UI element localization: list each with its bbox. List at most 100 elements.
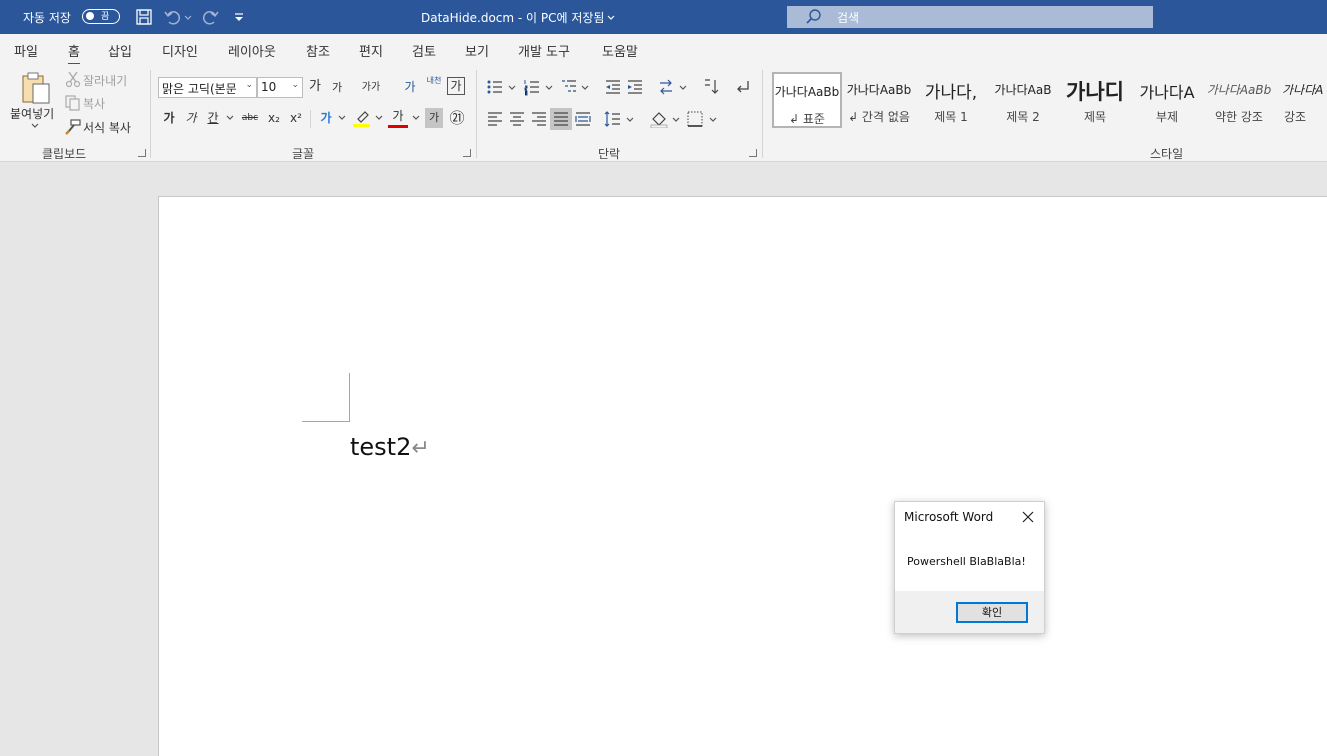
redo-icon[interactable] [200, 7, 220, 27]
format-painter-icon[interactable] [64, 118, 82, 136]
cut-label[interactable]: 잘라내기 [83, 72, 127, 89]
tab-view[interactable]: 보기 [465, 41, 489, 60]
format-painter-label[interactable]: 서식 복사 [83, 119, 131, 136]
tab-home[interactable]: 홈 [68, 41, 80, 66]
tab-review[interactable]: 검토 [412, 41, 436, 60]
ok-button[interactable]: 확인 [956, 602, 1028, 623]
chevron-down-icon[interactable] [543, 83, 555, 93]
title-dropdown-icon[interactable] [606, 7, 616, 27]
phonetic-guide-button[interactable]: 내천 [424, 76, 444, 96]
tab-references[interactable]: 참조 [306, 41, 330, 60]
highlight-icon[interactable] [352, 108, 372, 128]
change-case-button[interactable]: 가가 [358, 78, 384, 98]
tab-layout[interactable]: 레이아웃 [228, 41, 276, 60]
chevron-down-icon[interactable] [410, 113, 422, 123]
font-size-combo[interactable]: 10 ⌄ [257, 77, 303, 98]
autosave-toggle[interactable]: 끔 [82, 9, 120, 24]
style-name: 제목 2 [1006, 110, 1040, 124]
paste-label[interactable]: 붙여넣기 [10, 105, 54, 122]
document-paragraph[interactable]: test2↵ [350, 433, 430, 461]
tab-file[interactable]: 파일 [14, 41, 38, 60]
align-left-icon[interactable] [486, 110, 504, 128]
clear-formatting-button[interactable]: 가 [400, 77, 420, 97]
font-name-combo[interactable]: 맑은 고딕(본문 ⌄ [158, 77, 257, 98]
style-heading-2[interactable]: 가나다AaB 제목 2 [988, 72, 1058, 128]
undo-icon[interactable] [163, 7, 183, 27]
style-title[interactable]: 가나디 제목 [1060, 72, 1130, 128]
font-color-button[interactable]: 가 [388, 106, 408, 128]
style-name: 부제 [1155, 110, 1179, 124]
margin-corner-mark [302, 421, 350, 422]
tab-insert[interactable]: 삽입 [108, 41, 132, 60]
character-border-button[interactable]: 가 [447, 77, 465, 95]
show-formatting-icon[interactable] [734, 78, 752, 96]
document-canvas[interactable]: test2↵ [0, 162, 1327, 756]
superscript-button[interactable]: x² [286, 108, 306, 128]
decrease-indent-icon[interactable] [604, 78, 622, 96]
bold-button[interactable]: 가 [159, 108, 179, 128]
grow-font-button[interactable]: 가 [305, 77, 325, 97]
align-center-icon[interactable] [508, 110, 526, 128]
copy-label[interactable]: 복사 [83, 95, 105, 112]
copy-icon[interactable] [64, 94, 82, 112]
character-shading-button[interactable]: 가 [425, 108, 443, 128]
style-subtle-emphasis[interactable]: 가나다AaBb 약한 강조 [1204, 72, 1274, 128]
toggle-knob [86, 12, 94, 20]
chevron-down-icon[interactable] [677, 83, 689, 93]
style-preview: 가나다AaBb [1206, 83, 1272, 97]
bullets-icon[interactable] [486, 78, 504, 96]
search-box[interactable]: 검색 [787, 6, 1153, 28]
cut-icon[interactable] [64, 70, 82, 88]
align-right-icon[interactable] [530, 110, 548, 128]
underline-button[interactable]: 간 [203, 108, 223, 128]
clipboard-launcher-icon[interactable] [138, 149, 146, 157]
close-icon[interactable] [1020, 509, 1036, 525]
chevron-down-icon[interactable] [624, 115, 636, 125]
paragraph-mark: ↵ [411, 436, 430, 461]
justify-icon[interactable] [552, 110, 570, 128]
distributed-icon[interactable] [574, 110, 592, 128]
chevron-down-icon[interactable] [224, 113, 236, 123]
style-no-spacing[interactable]: 가나다AaBb ↲ 간격 없음 [844, 72, 914, 128]
enclose-characters-button[interactable]: ㉑ [447, 108, 467, 128]
undo-dropdown-icon[interactable] [183, 7, 193, 27]
tab-mailings[interactable]: 편지 [359, 41, 383, 60]
line-spacing-icon[interactable] [604, 110, 622, 128]
chevron-down-icon[interactable] [579, 83, 591, 93]
paste-icon[interactable] [20, 71, 52, 105]
style-normal[interactable]: 가나다AaBb ↲ 표준 [772, 72, 842, 128]
tab-design[interactable]: 디자인 [162, 41, 198, 60]
chevron-down-icon[interactable] [336, 113, 348, 123]
shading-icon[interactable] [650, 110, 668, 128]
italic-button[interactable]: 가 [181, 108, 201, 128]
chevron-down-icon[interactable] [670, 115, 682, 125]
chevron-down-icon[interactable] [373, 113, 385, 123]
style-preview: 가나다AaBb [846, 83, 912, 97]
chevron-down-icon[interactable] [506, 83, 518, 93]
chevron-down-icon[interactable] [707, 115, 719, 125]
sort-icon[interactable] [702, 78, 720, 96]
style-subtitle[interactable]: 가나다A 부제 [1132, 72, 1202, 128]
text-direction-icon[interactable] [657, 78, 675, 96]
font-launcher-icon[interactable] [463, 149, 471, 157]
multilevel-list-icon[interactable] [560, 78, 578, 96]
subscript-button[interactable]: x₂ [264, 108, 284, 128]
paragraph-launcher-icon[interactable] [749, 149, 757, 157]
text-effects-button[interactable]: 가 [316, 108, 336, 128]
tab-help[interactable]: 도움말 [602, 41, 638, 60]
style-name: 강조 [1284, 110, 1307, 124]
dialog-title: Microsoft Word [904, 510, 994, 524]
shrink-font-button[interactable]: 가 [327, 78, 347, 98]
strikethrough-button[interactable]: abc [240, 108, 260, 128]
style-heading-1[interactable]: 가나다, 제목 1 [916, 72, 986, 128]
numbering-icon[interactable] [523, 78, 541, 96]
customize-toolbar-icon[interactable] [232, 7, 246, 27]
borders-icon[interactable] [686, 110, 704, 128]
tab-developer[interactable]: 개발 도구 [518, 41, 570, 60]
paste-dropdown-icon[interactable] [29, 121, 41, 131]
increase-indent-icon[interactable] [626, 78, 644, 96]
style-preview: 가나디 [1066, 80, 1124, 104]
save-icon[interactable] [134, 7, 154, 27]
style-emphasis[interactable]: 가나다A 강조 [1276, 72, 1327, 128]
document-page[interactable]: test2↵ [158, 196, 1327, 756]
